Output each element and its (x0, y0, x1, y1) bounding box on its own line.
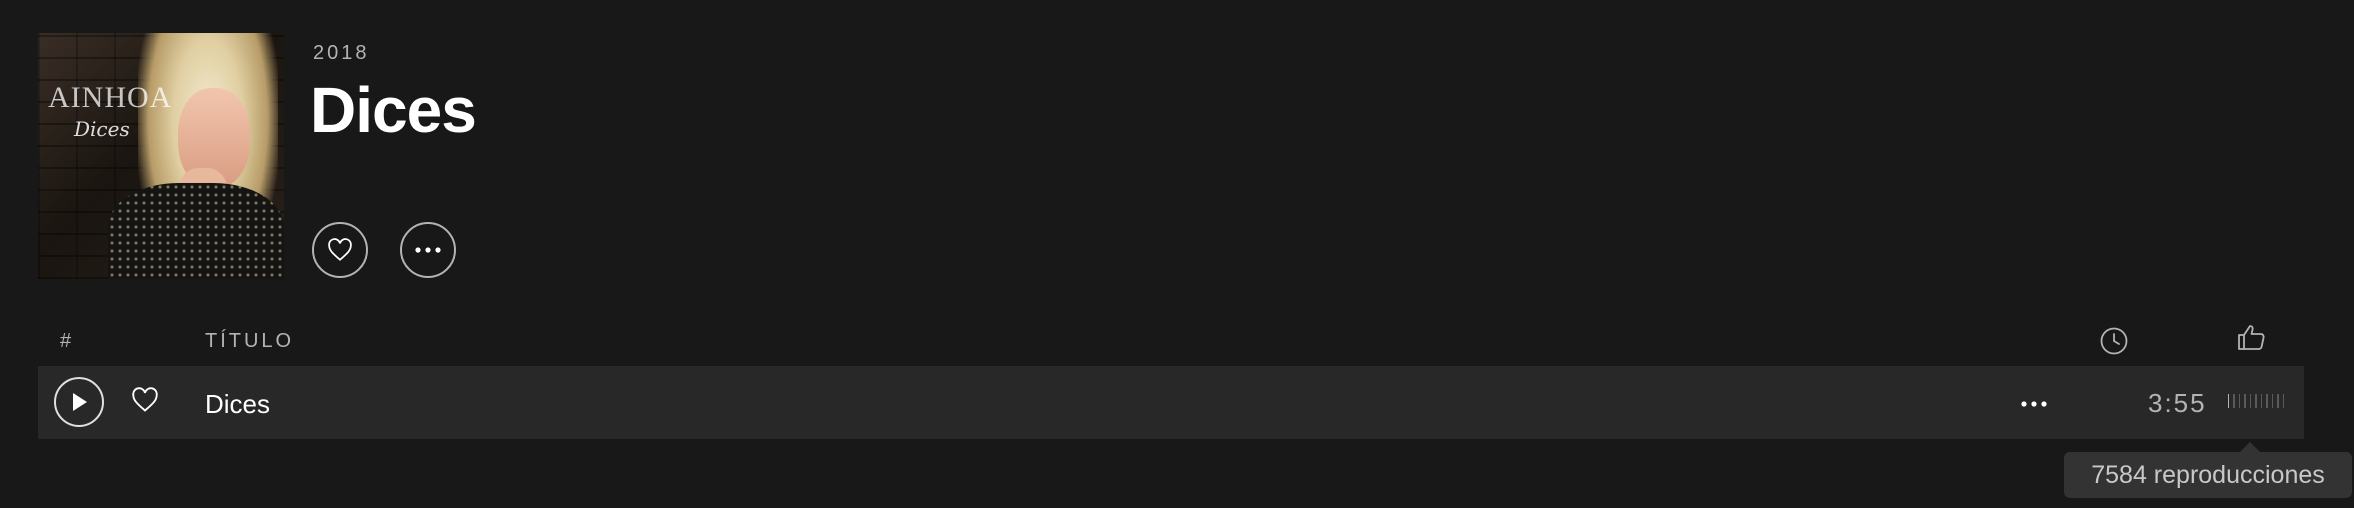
popularity-bar (2233, 394, 2235, 408)
popularity-bar (2277, 394, 2279, 408)
track-duration: 3:55 (2148, 388, 2207, 418)
track-title[interactable]: Dices (205, 389, 270, 420)
popularity-meter[interactable] (2228, 393, 2284, 409)
cover-artist-text: AINHOA (48, 81, 173, 114)
ellipsis-icon (2021, 401, 2047, 407)
popularity-bar (2238, 394, 2241, 408)
heart-outline-icon (132, 387, 158, 412)
cover-title-text: Dices (74, 117, 130, 141)
album-cover: AINHOA Dices (38, 33, 284, 279)
track-more-button[interactable] (2020, 395, 2048, 413)
popularity-bar (2244, 394, 2246, 408)
album-title: Dices (310, 74, 477, 146)
popularity-bar (2282, 394, 2284, 408)
popularity-bar (2260, 394, 2263, 408)
plays-tooltip: 7584 reproducciones (2064, 442, 2352, 498)
popularity-bar (2266, 394, 2268, 408)
more-options-button[interactable] (400, 222, 456, 278)
popularity-bar (2228, 394, 2230, 408)
save-track-button[interactable] (131, 387, 159, 418)
heart-outline-icon (328, 238, 352, 261)
track-row[interactable]: Dices 3:55 (38, 366, 2304, 439)
play-icon (73, 393, 87, 411)
save-album-button[interactable] (312, 222, 368, 278)
ellipsis-icon (415, 247, 441, 253)
album-year: 2018 (313, 42, 370, 64)
column-header-title: TÍTULO (205, 330, 295, 352)
popularity-bar (2249, 394, 2252, 408)
popularity-bar (2255, 394, 2257, 408)
thumbs-up-icon (2236, 322, 2266, 357)
clock-icon (2099, 326, 2129, 361)
plays-count-text: 7584 reproducciones (2091, 460, 2325, 489)
play-button[interactable] (54, 377, 104, 427)
column-header-number: # (60, 330, 72, 352)
popularity-bar (2271, 394, 2274, 408)
